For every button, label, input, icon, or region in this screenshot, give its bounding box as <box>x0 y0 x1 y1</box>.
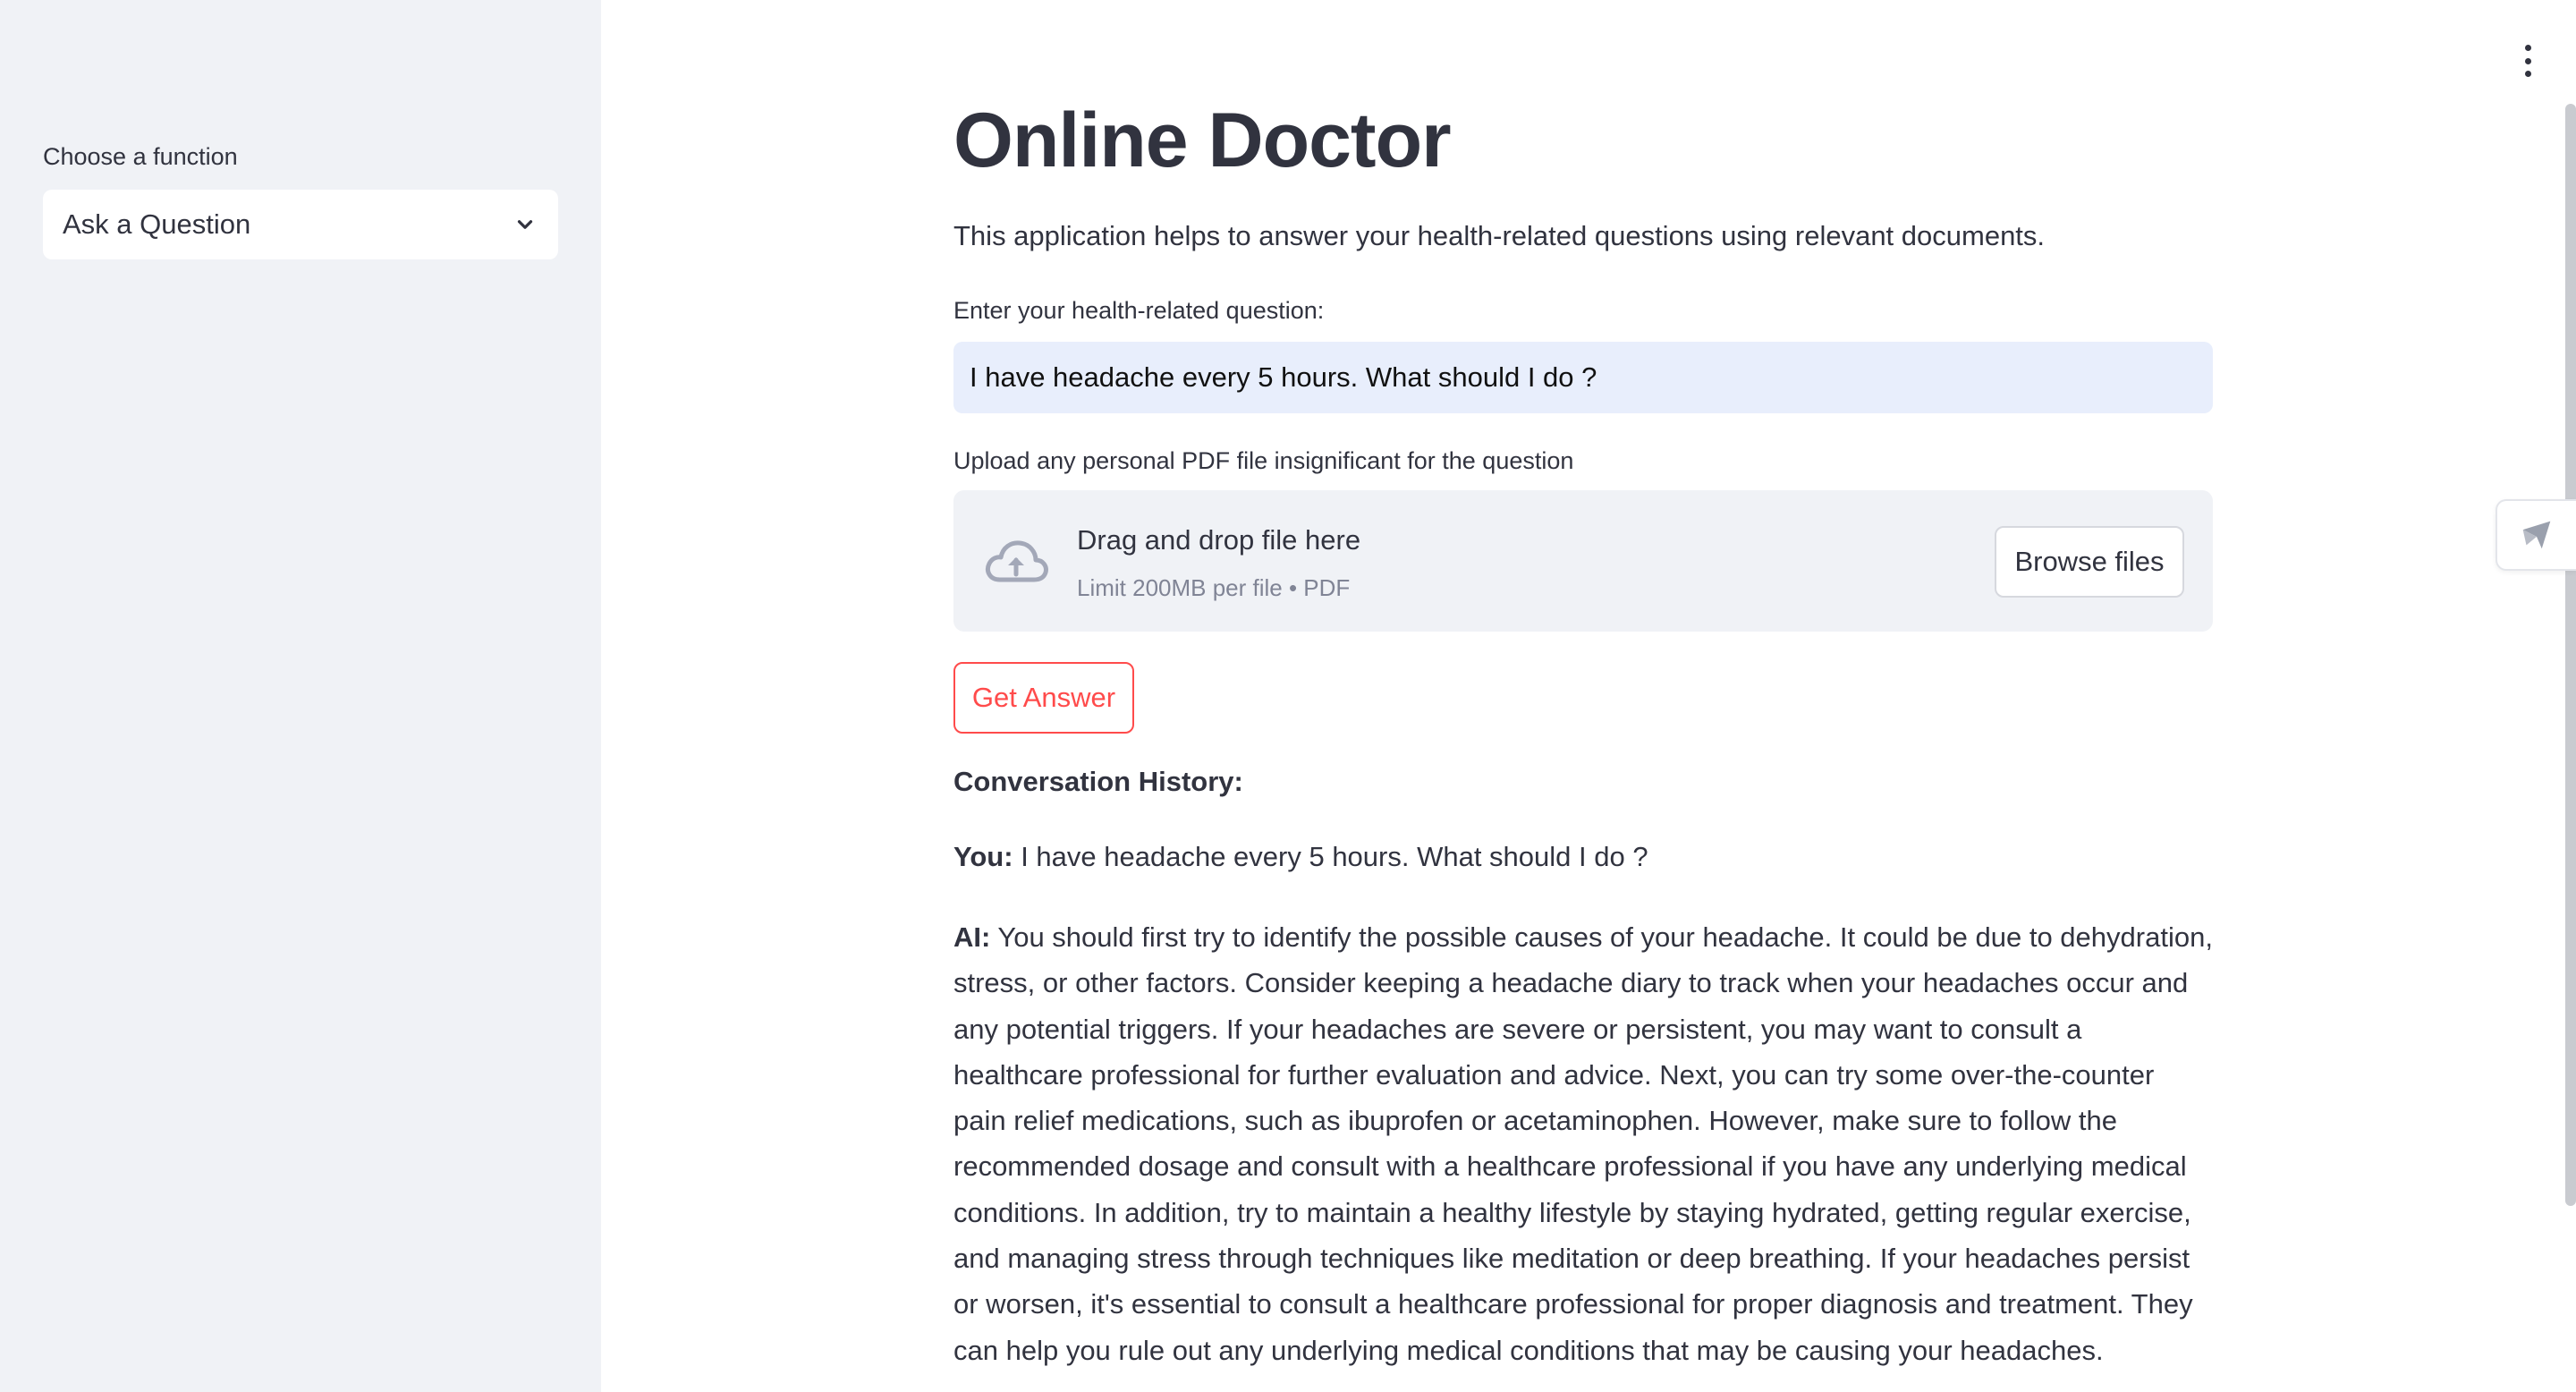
ai-message-text: You should first try to identify the pos… <box>953 921 2213 1366</box>
file-dropzone[interactable]: Drag and drop file here Limit 200MB per … <box>953 490 2213 632</box>
more-vertical-icon[interactable] <box>2517 45 2538 77</box>
user-prefix: You: <box>953 841 1013 872</box>
question-input[interactable] <box>953 342 2213 413</box>
main-area: Online Doctor This application helps to … <box>601 0 2576 1392</box>
cloud-upload-icon <box>982 533 1050 590</box>
upload-label: Upload any personal PDF file insignifica… <box>953 447 1574 474</box>
conversation-history-title: Conversation History: <box>953 766 1243 797</box>
ai-prefix: AI: <box>953 921 991 953</box>
app-root: Choose a function Ask a Question Online … <box>0 0 2576 1392</box>
sidebar: Choose a function Ask a Question <box>0 0 601 1392</box>
user-message: You: I have headache every 5 hours. What… <box>953 841 1648 873</box>
question-label: Enter your health-related question: <box>953 297 1325 324</box>
scrollbar[interactable] <box>2565 104 2576 1206</box>
function-select-label: Choose a function <box>43 143 238 170</box>
function-select[interactable]: Ask a Question <box>43 190 558 259</box>
get-answer-button[interactable]: Get Answer <box>953 662 1134 734</box>
rocket-icon <box>2516 513 2557 558</box>
function-select-value: Ask a Question <box>63 208 251 240</box>
dropzone-title: Drag and drop file here <box>1077 524 1361 556</box>
chevron-down-icon <box>512 211 538 238</box>
page-description: This application helps to answer your he… <box>953 220 2046 251</box>
deploy-button[interactable] <box>2496 499 2576 571</box>
page-title: Online Doctor <box>953 98 1452 183</box>
ai-message: AI: You should first try to identify the… <box>953 914 2213 1373</box>
user-message-text: I have headache every 5 hours. What shou… <box>1013 841 1648 872</box>
dropzone-limit: Limit 200MB per file • PDF <box>1077 574 1351 601</box>
browse-files-button[interactable]: Browse files <box>1995 526 2184 598</box>
